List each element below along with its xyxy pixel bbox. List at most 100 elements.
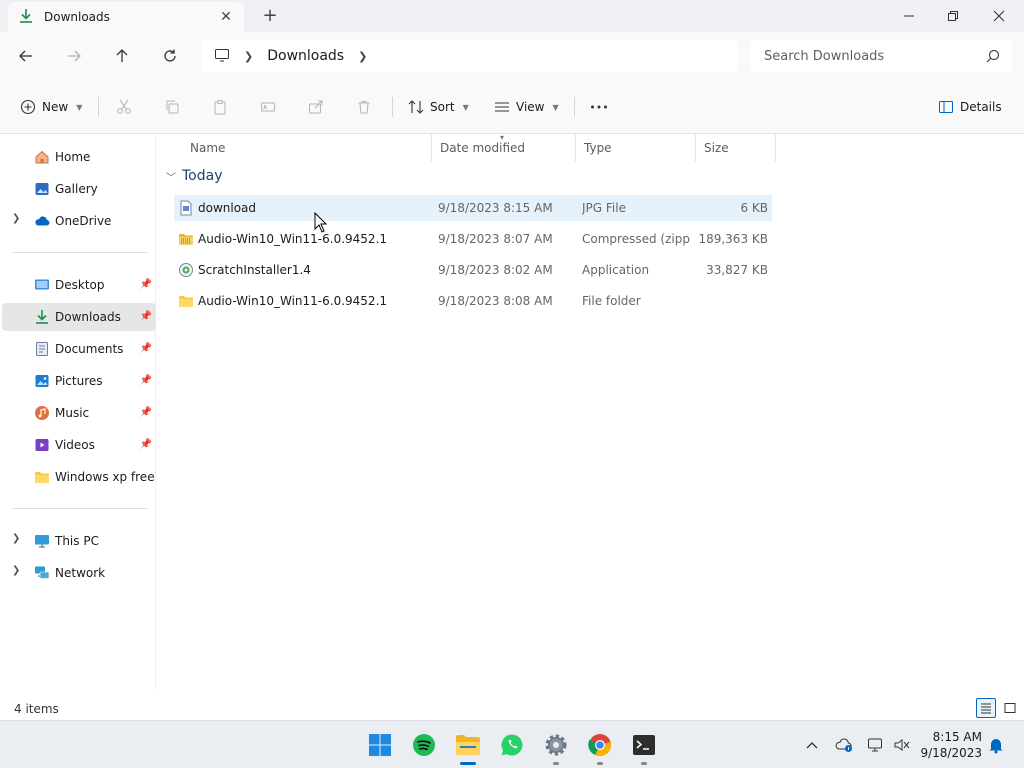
sidebar-item-onedrive[interactable]: ❯ OneDrive	[2, 207, 156, 235]
column-label: Name	[190, 141, 226, 155]
file-name: download	[198, 201, 257, 215]
share-button[interactable]	[308, 95, 324, 119]
cut-button[interactable]	[116, 95, 132, 119]
search-input[interactable]	[764, 48, 974, 64]
file-type: Compressed (zipp...	[582, 232, 690, 246]
taskbar-spotify[interactable]	[410, 731, 438, 759]
sidebar-item-this-pc[interactable]: ❯ This PC	[2, 527, 156, 555]
delete-button[interactable]	[356, 95, 372, 119]
taskbar-whatsapp[interactable]	[498, 731, 526, 759]
monitor-icon[interactable]	[214, 47, 230, 66]
file-name: Audio-Win10_Win11-6.0.9452.1	[198, 294, 388, 308]
copy-button[interactable]	[164, 95, 180, 119]
tiles-view-button[interactable]	[1000, 698, 1020, 718]
mouse-cursor-icon	[314, 212, 328, 233]
more-options-button[interactable]	[590, 95, 608, 119]
tab-downloads[interactable]: Downloads ✕	[8, 2, 244, 32]
taskbar-settings[interactable]	[542, 731, 570, 765]
notifications-button[interactable]	[986, 735, 1006, 755]
rename-button[interactable]	[260, 95, 276, 119]
cloud-icon	[35, 216, 50, 226]
search-icon[interactable]	[986, 49, 1000, 66]
cloud-info-icon	[835, 738, 852, 752]
forward-button[interactable]	[62, 44, 86, 68]
sidebar-item-network[interactable]: ❯ Network	[2, 559, 156, 587]
pin-icon[interactable]: 📌	[140, 407, 152, 418]
file-type: File folder	[582, 294, 641, 308]
column-header-date-modified[interactable]: Date modified	[432, 134, 576, 162]
sidebar-item-videos[interactable]: Videos 📌	[2, 431, 156, 459]
column-header-size[interactable]: Size	[696, 134, 776, 162]
view-button[interactable]: View ▼	[494, 95, 559, 119]
pin-icon[interactable]: 📌	[140, 439, 152, 450]
file-row-audio-folder[interactable]: Audio-Win10_Win11-6.0.9452.1 9/18/2023 8…	[174, 288, 772, 314]
chevron-down-icon: ▼	[462, 102, 469, 112]
chevron-right-icon[interactable]: ❯	[12, 213, 20, 224]
clock[interactable]: 8:15 AM 9/18/2023	[914, 729, 982, 761]
pin-icon[interactable]: 📌	[140, 343, 152, 354]
breadcrumb[interactable]: ❯ Downloads ❯	[202, 40, 738, 72]
details-view-button[interactable]	[976, 698, 996, 718]
start-button[interactable]	[366, 731, 394, 759]
show-hidden-icons-button[interactable]	[802, 735, 822, 755]
file-row-scratch-installer[interactable]: ScratchInstaller1.4 9/18/2023 8:02 AM Ap…	[174, 257, 772, 283]
column-label: Type	[584, 141, 612, 155]
group-header-today[interactable]: ﹀ Today	[166, 168, 223, 184]
sidebar-item-label: Pictures	[55, 374, 103, 388]
pin-icon[interactable]: 📌	[140, 375, 152, 386]
details-label: Details	[960, 100, 1002, 114]
close-window-button[interactable]	[976, 0, 1022, 32]
maximize-button[interactable]	[930, 0, 976, 32]
image-file-icon	[180, 200, 192, 216]
chevron-right-icon[interactable]: ❯	[12, 565, 20, 576]
network-tray-button[interactable]	[866, 735, 886, 755]
details-button[interactable]: Details	[938, 95, 1002, 119]
separator	[574, 97, 575, 117]
paste-button[interactable]	[212, 95, 228, 119]
back-button[interactable]	[14, 44, 38, 68]
chevron-right-icon[interactable]: ❯	[244, 50, 253, 63]
chevron-down-icon[interactable]: ﹀	[166, 169, 176, 184]
refresh-button[interactable]	[158, 44, 182, 68]
sidebar-item-documents[interactable]: Documents 📌	[2, 335, 156, 363]
tiles-view-icon	[1004, 703, 1016, 713]
column-header-type[interactable]: Type	[576, 134, 696, 162]
sidebar-item-windows-xp-free[interactable]: Windows xp free	[2, 463, 156, 491]
sidebar-item-label: This PC	[55, 534, 99, 548]
arrow-right-icon	[68, 50, 81, 62]
item-count: 4 items	[14, 702, 59, 716]
pin-icon[interactable]: 📌	[140, 279, 152, 290]
volume-tray-button[interactable]	[892, 735, 912, 755]
chevron-up-icon	[806, 742, 818, 749]
sidebar-item-home[interactable]: Home	[2, 143, 156, 171]
minimize-button[interactable]	[886, 0, 932, 32]
sidebar-item-downloads[interactable]: Downloads 📌	[2, 303, 156, 331]
search-box[interactable]	[750, 40, 1012, 72]
sidebar-item-label: Home	[55, 150, 91, 164]
taskbar-terminal[interactable]	[630, 731, 658, 765]
sidebar-item-desktop[interactable]: Desktop 📌	[2, 271, 156, 299]
address-bar: ❯ Downloads ❯	[0, 32, 1024, 80]
file-row-audio-zip[interactable]: Audio-Win10_Win11-6.0.9452.1 9/18/2023 8…	[174, 226, 772, 252]
chevron-right-icon[interactable]: ❯	[358, 50, 367, 63]
navigation-pane: Home Gallery ❯ OneDrive Desktop 📌 Downlo…	[0, 134, 156, 690]
sidebar-item-gallery[interactable]: Gallery	[2, 175, 156, 203]
sidebar-item-pictures[interactable]: Pictures 📌	[2, 367, 156, 395]
separator	[98, 97, 99, 117]
pin-icon[interactable]: 📌	[140, 311, 152, 322]
close-tab-icon[interactable]: ✕	[218, 9, 234, 25]
column-header-name[interactable]: Name	[182, 134, 432, 162]
new-tab-button[interactable]: +	[260, 6, 280, 26]
onedrive-tray-button[interactable]	[834, 735, 854, 755]
new-button[interactable]: New ▼	[20, 95, 82, 119]
breadcrumb-downloads[interactable]: Downloads	[267, 48, 344, 64]
sidebar-item-music[interactable]: Music 📌	[2, 399, 156, 427]
taskbar-chrome[interactable]	[586, 731, 614, 765]
sort-button[interactable]: Sort ▼	[408, 95, 469, 119]
network-icon	[35, 566, 50, 579]
chevron-right-icon[interactable]: ❯	[12, 533, 20, 544]
taskbar-file-explorer[interactable]	[454, 731, 482, 765]
file-date: 9/18/2023 8:07 AM	[438, 232, 553, 246]
up-button[interactable]	[110, 44, 134, 68]
file-row-download[interactable]: download 9/18/2023 8:15 AM JPG File 6 KB	[174, 195, 772, 221]
